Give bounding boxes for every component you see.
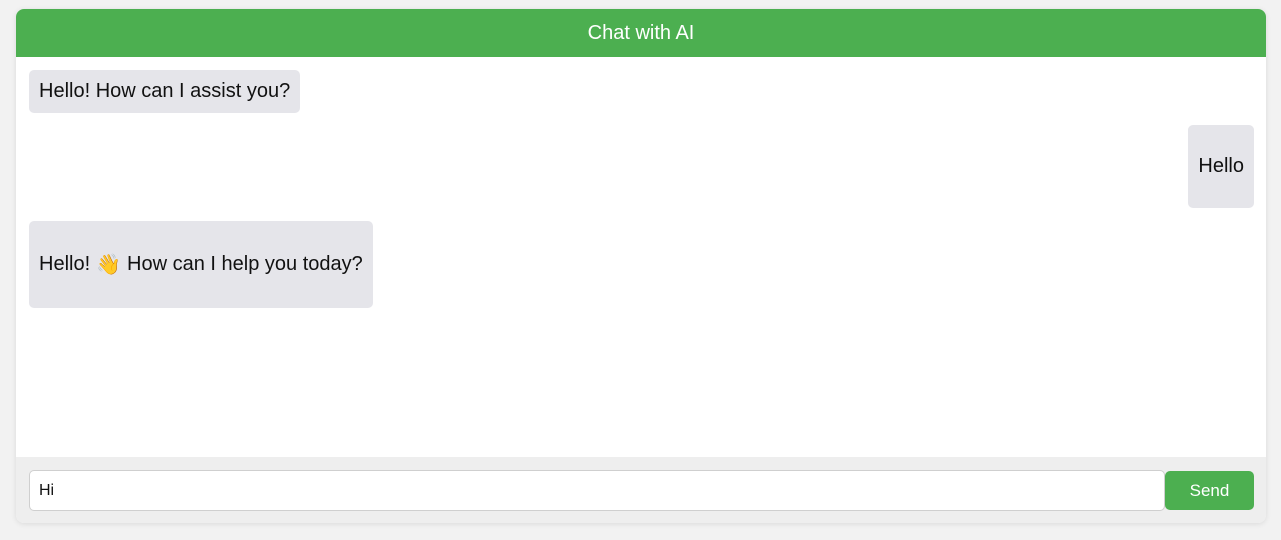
input-bar: Send [16,457,1266,523]
message-text: Hello [1198,155,1244,177]
chat-title: Chat with AI [587,21,695,44]
waving-hand-icon: 👋 [96,254,122,276]
send-button[interactable]: Send [1165,471,1254,510]
ai-message-bubble: Hello! 👋 How can I help you today? [29,221,373,308]
message-text: Hello! [39,253,91,275]
message-input[interactable] [29,470,1165,511]
user-message-bubble: Hello [1188,125,1254,208]
chat-header: Chat with AI [16,9,1266,57]
message-text: Hello! How can I assist you? [39,80,291,102]
chat-window: Chat with AI Hello! How can I assist you… [16,9,1266,523]
message-text: How can I help you today? [127,253,363,275]
message-list: Hello! How can I assist you? Hello Hello… [16,57,1266,457]
ai-message-bubble: Hello! How can I assist you? [29,70,301,113]
